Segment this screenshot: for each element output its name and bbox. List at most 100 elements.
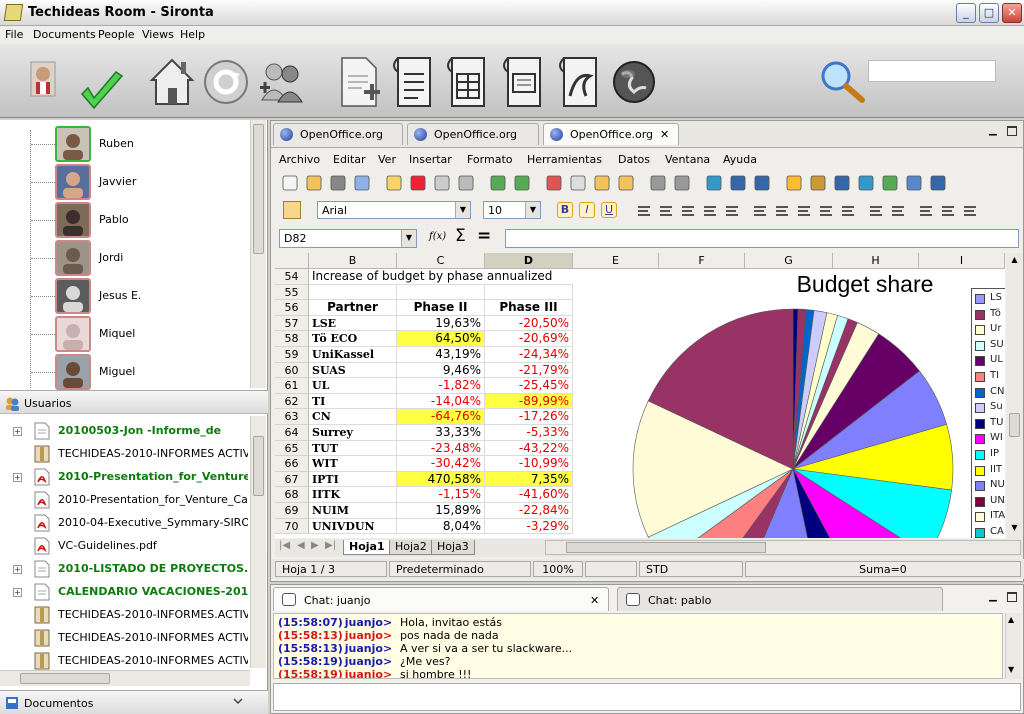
users-header[interactable]: Usuarios <box>0 390 268 414</box>
office-menu-insertar[interactable]: Insertar <box>409 153 452 166</box>
home-icon[interactable] <box>148 52 196 110</box>
chat-scrollbar[interactable]: ▲ ▼ <box>1005 613 1021 679</box>
office-menu-archivo[interactable]: Archivo <box>279 153 320 166</box>
cell-phase-ii[interactable]: -1,15% <box>397 487 485 503</box>
sheet-nav-last-icon[interactable]: ▶| <box>325 540 336 551</box>
scroll-down-icon[interactable]: ▼ <box>1009 523 1020 534</box>
document-item[interactable]: + CALENDARIO VACACIONES-2010.od <box>8 581 248 603</box>
chevron-down-icon[interactable]: ▼ <box>525 202 540 218</box>
cell-partner[interactable]: LSE <box>309 315 397 332</box>
office-menu-ver[interactable]: Ver <box>378 153 396 166</box>
office-menu-ventana[interactable]: Ventana <box>665 153 710 166</box>
toolbar-gallery-icon[interactable] <box>881 174 899 192</box>
toolbar-edit-file-icon[interactable] <box>385 174 403 192</box>
grid-scroll-thumb[interactable] <box>1009 413 1020 437</box>
chat-minimize-icon[interactable]: ▁ <box>989 591 997 602</box>
cell-phase-iii[interactable]: -41,60% <box>485 487 573 503</box>
status-zoom[interactable]: 100% <box>533 561 583 577</box>
toolbar-zoom-icon[interactable] <box>929 174 947 192</box>
chat-input[interactable] <box>273 683 1021 711</box>
toolbar-hyperlink-icon[interactable] <box>705 174 723 192</box>
row-header[interactable]: 69 <box>275 503 309 519</box>
drawing-icon[interactable] <box>556 52 604 110</box>
toolbar-align-right-icon[interactable] <box>679 202 697 220</box>
web-icon[interactable] <box>610 52 658 110</box>
cell-phase-iii[interactable]: -89,99% <box>485 393 573 410</box>
sheet-tab-hoja2[interactable]: Hoja2 <box>389 540 433 555</box>
column-header-d[interactable]: D <box>485 253 573 269</box>
toolbar-navigator-icon[interactable] <box>857 174 875 192</box>
toolbar-find-icon[interactable] <box>833 174 851 192</box>
sheet-nav-prev-icon[interactable]: ◀ <box>297 540 305 551</box>
font-size-box[interactable]: 10 ▼ <box>483 201 541 219</box>
toolbar-increase-indent-icon[interactable] <box>889 202 907 220</box>
cell-phase-iii[interactable]: -24,34% <box>485 347 573 363</box>
toolbar-sort-desc-icon[interactable] <box>753 174 771 192</box>
new-document-icon[interactable] <box>336 52 384 110</box>
column-header-b[interactable]: B <box>309 253 397 269</box>
column-header-c[interactable]: C <box>397 253 485 269</box>
font-name-box[interactable]: Arial ▼ <box>317 201 471 219</box>
function-wizard-button[interactable]: f(x) <box>429 231 446 242</box>
toolbar-save-icon[interactable] <box>329 174 347 192</box>
cell-phase-iii[interactable]: -20,69% <box>485 331 573 347</box>
cell-phase-iii[interactable] <box>485 284 573 301</box>
user-item-miquel[interactable]: Miquel <box>55 316 205 352</box>
grid-horizontal-scrollbar[interactable] <box>545 540 1021 555</box>
cell-phase-ii[interactable]: -64,76% <box>397 409 485 425</box>
toolbar-borders-icon[interactable] <box>917 202 935 220</box>
document-item[interactable]: 2010-Presentation_for_Venture_Capita <box>8 489 248 511</box>
user-item-jordi[interactable]: Jordi <box>55 240 205 276</box>
toolbar-data-sources-icon[interactable] <box>905 174 923 192</box>
grid-hscroll-thumb[interactable] <box>566 542 766 553</box>
search-icon[interactable] <box>818 58 866 116</box>
name-box[interactable]: D82 ▼ <box>279 229 417 248</box>
users-scrollbar[interactable] <box>250 120 266 388</box>
toolbar-page-preview-icon[interactable] <box>457 174 475 192</box>
equals-button[interactable]: = <box>477 226 491 246</box>
toolbar-sort-asc-icon[interactable] <box>729 174 747 192</box>
menu-views[interactable]: Views <box>142 28 174 41</box>
chat-maximize-icon[interactable] <box>1007 592 1017 602</box>
pane-minimize-icon[interactable]: ▁ <box>989 125 997 136</box>
toolbar-background-color-icon[interactable] <box>939 202 957 220</box>
row-header[interactable]: 60 <box>275 362 309 379</box>
cell-phase-ii[interactable]: -14,04% <box>397 393 485 410</box>
toolbar-merge-cells-icon[interactable] <box>723 202 741 220</box>
sheet-tab-hoja3[interactable]: Hoja3 <box>431 540 475 555</box>
chat-tab-juanjo[interactable]: Chat: juanjo ✕ <box>273 587 609 611</box>
cell-phase-ii[interactable]: -23,48% <box>397 440 485 457</box>
row-header[interactable]: 68 <box>275 487 309 503</box>
scroll-up-icon[interactable]: ▲ <box>1009 255 1020 266</box>
documents-scrollbar[interactable] <box>250 416 266 668</box>
toolbar-spellcheck-icon[interactable] <box>489 174 507 192</box>
cell-phase-iii[interactable]: Phase III <box>485 300 573 316</box>
expand-toggle-icon[interactable]: + <box>13 588 22 597</box>
user-item-miguel[interactable]: Miguel <box>55 354 205 390</box>
toolbar-justify-icon[interactable] <box>701 202 719 220</box>
styles-icon[interactable] <box>283 201 301 219</box>
row-header[interactable]: 67 <box>275 471 309 488</box>
office-menu-formato[interactable]: Formato <box>467 153 513 166</box>
user-item-ruben[interactable]: Ruben <box>55 126 205 162</box>
document-item[interactable]: +2010-LISTADO DE PROYECTOS.ods <box>8 558 248 580</box>
toolbar-percent-icon[interactable] <box>773 202 791 220</box>
row-header[interactable]: 57 <box>275 315 309 332</box>
document-item[interactable]: TECHIDEAS-2010-INFORMES.ACTIVIDA <box>8 604 248 626</box>
toolbar-export-pdf-icon[interactable] <box>409 174 427 192</box>
cell-phase-ii[interactable]: Phase II <box>397 300 485 316</box>
corner-cell[interactable] <box>275 253 309 269</box>
cell-phase-ii[interactable]: -1,82% <box>397 378 485 394</box>
spreadsheet-grid[interactable]: BCDEFGHI 54 Increase of budget by phase a… <box>275 253 1005 538</box>
sheet-nav-next-icon[interactable]: ▶ <box>311 540 319 551</box>
cell-phase-ii[interactable]: 43,19% <box>397 347 485 363</box>
toolbar-align-center-icon[interactable] <box>657 202 675 220</box>
row-header[interactable]: 56 <box>275 300 309 316</box>
toolbar-autospell-icon[interactable] <box>513 174 531 192</box>
row-header[interactable]: 64 <box>275 425 309 441</box>
row-header[interactable]: 58 <box>275 331 309 347</box>
cell-phase-ii[interactable]: 19,63% <box>397 315 485 332</box>
column-header-h[interactable]: H <box>833 253 919 269</box>
documents-header[interactable]: Documentos <box>0 690 268 714</box>
expand-toggle-icon[interactable]: + <box>13 565 22 574</box>
